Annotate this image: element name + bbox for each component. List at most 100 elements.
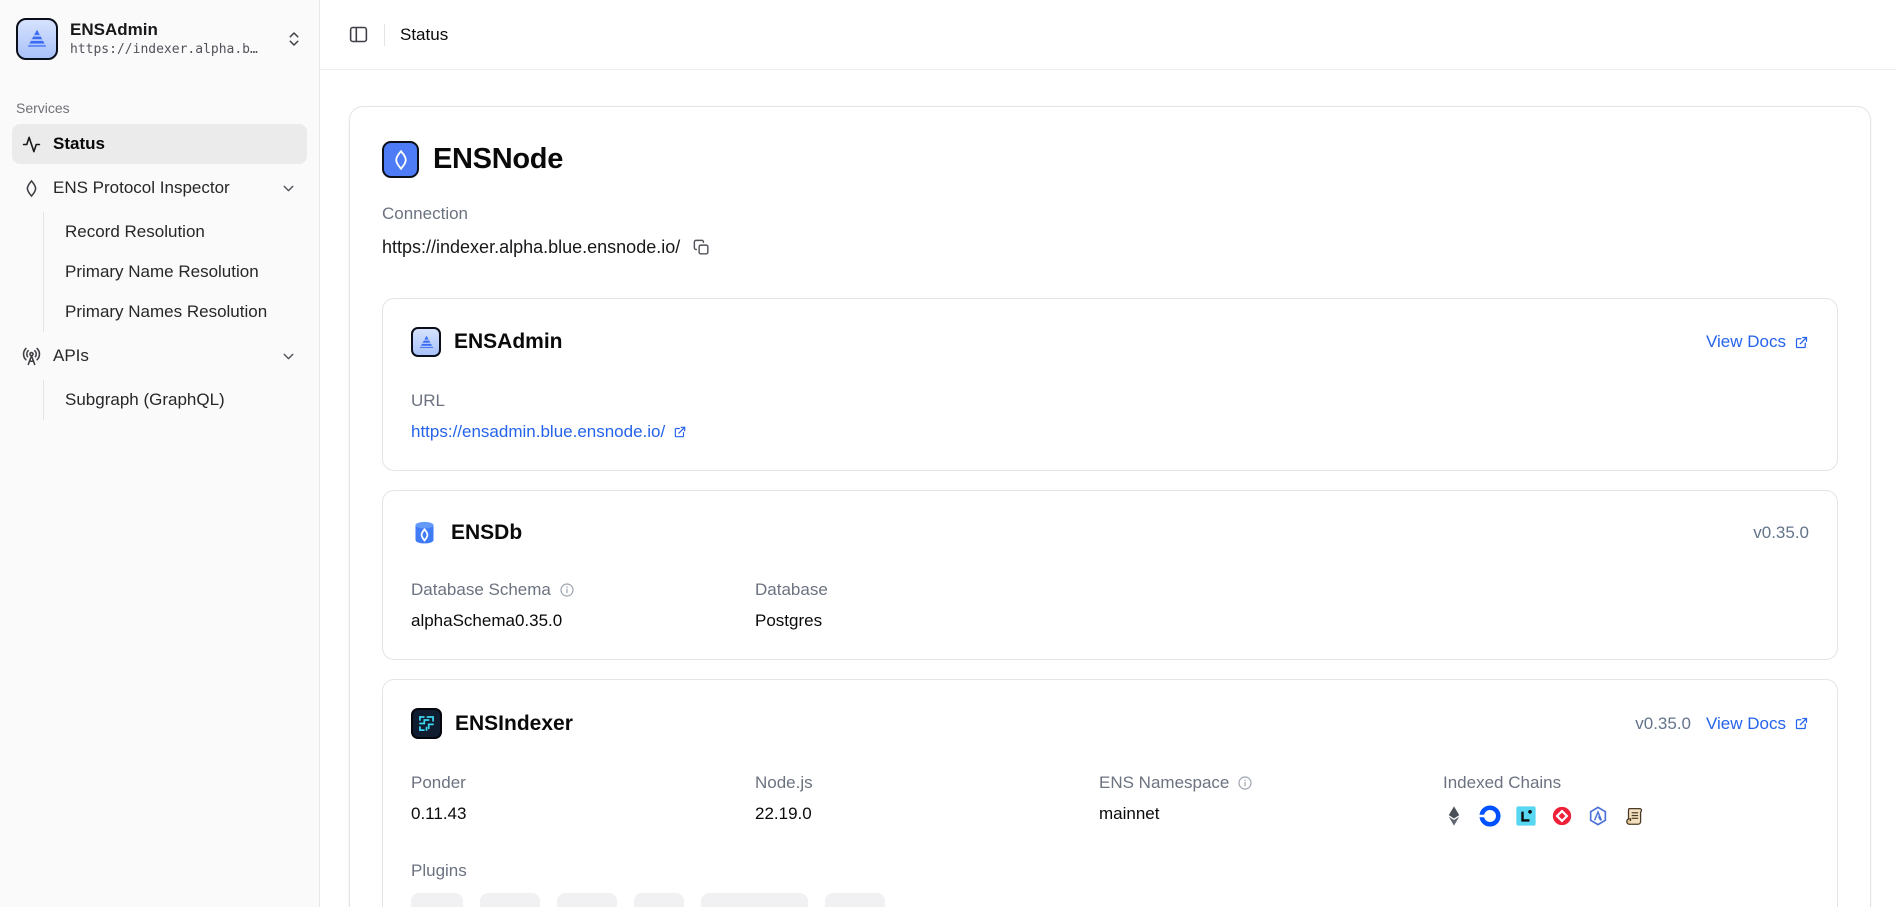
topbar: Status — [320, 0, 1896, 70]
chevrons-up-down-icon[interactable] — [285, 30, 303, 48]
arbitrum-chain-icon — [1587, 805, 1609, 827]
ensdb-card: ENSDb v0.35.0 Database Schema alphaSch — [382, 490, 1838, 660]
field-database: Database Postgres — [755, 580, 1099, 631]
view-docs-link[interactable]: View Docs — [1706, 332, 1809, 352]
field-label: ENS Namespace — [1099, 773, 1229, 793]
ensadmin-logo-icon — [16, 18, 58, 60]
field-ens-namespace: ENS Namespace mainnet — [1099, 773, 1443, 829]
field-url: URL https://ensadmin.blue.ensnode.io/ — [411, 391, 755, 442]
card-title: ENSDb — [451, 521, 522, 545]
plugin-badge — [825, 893, 885, 907]
radio-tower-icon — [22, 347, 41, 366]
chevron-down-icon[interactable] — [280, 180, 297, 197]
apis-submenu: Subgraph (GraphQL) — [43, 380, 307, 420]
sidebar-item-record-resolution[interactable]: Record Resolution — [44, 212, 307, 252]
ensadmin-url-link[interactable]: https://ensadmin.blue.ensnode.io/ — [411, 422, 687, 442]
chevron-down-icon[interactable] — [280, 348, 297, 365]
connection-url: https://indexer.alpha.blue.ensnode.io/ — [382, 237, 680, 258]
ensindexer-card: ENSIndexer v0.35.0 View Docs Ponder 0.11… — [382, 679, 1838, 907]
view-docs-label: View Docs — [1706, 332, 1786, 352]
plugin-badge — [557, 893, 617, 907]
field-label: Indexed Chains — [1443, 773, 1561, 793]
sidebar-section-label: Services — [0, 100, 319, 116]
plugin-badge — [411, 893, 463, 907]
sidebar-item-primary-name-resolution[interactable]: Primary Name Resolution — [44, 252, 307, 292]
sidebar-item-label: Primary Names Resolution — [65, 302, 267, 322]
field-value: 0.11.43 — [411, 804, 755, 824]
workspace-switcher[interactable]: ENSAdmin https://indexer.alpha.b… — [0, 0, 319, 76]
field-value: Postgres — [755, 611, 1099, 631]
sidebar-item-status[interactable]: Status — [12, 124, 307, 164]
content: ENSNode Connection https://indexer.alpha… — [320, 70, 1896, 907]
view-docs-label: View Docs — [1706, 714, 1786, 734]
connection-url-truncated: https://indexer.alpha.b… — [70, 43, 258, 58]
view-docs-link[interactable]: View Docs — [1706, 714, 1809, 734]
ensnode-logo-icon — [382, 141, 419, 178]
field-label: Ponder — [411, 773, 466, 793]
plugin-badge — [634, 893, 684, 907]
external-link-icon — [1794, 716, 1809, 731]
info-icon[interactable] — [1237, 775, 1253, 791]
ensdb-card-header: ENSDb v0.35.0 — [411, 519, 1809, 546]
field-label: Node.js — [755, 773, 813, 793]
scroll-chain-icon — [1623, 805, 1645, 827]
ensadmin-card-header: ENSAdmin View Docs — [411, 327, 1809, 357]
connection-row: https://indexer.alpha.blue.ensnode.io/ — [382, 237, 1838, 258]
topbar-divider — [384, 24, 385, 46]
field-label: URL — [411, 391, 445, 411]
inspector-submenu: Record Resolution Primary Name Resolutio… — [43, 212, 307, 332]
sidebar: ENSAdmin https://indexer.alpha.b… Servic… — [0, 0, 320, 907]
external-link-icon — [1794, 335, 1809, 350]
version-badge: v0.35.0 — [1753, 523, 1809, 543]
card-title: ENSIndexer — [455, 712, 573, 736]
sidebar-item-primary-names-resolution[interactable]: Primary Names Resolution — [44, 292, 307, 332]
sidebar-item-label: Subgraph (GraphQL) — [65, 390, 225, 410]
plugin-badge — [480, 893, 540, 907]
sidebar-item-label: ENS Protocol Inspector — [53, 178, 230, 198]
field-nodejs: Node.js 22.19.0 — [755, 773, 1099, 829]
ensnode-header: ENSNode — [382, 141, 1838, 178]
info-icon[interactable] — [559, 582, 575, 598]
field-value: alphaSchema0.35.0 — [411, 611, 755, 631]
sidebar-nav: Status ENS Protocol Inspector Record Res… — [0, 124, 319, 420]
sidebar-item-label: Primary Name Resolution — [65, 262, 259, 282]
ensadmin-logo-icon — [411, 327, 441, 357]
field-ponder: Ponder 0.11.43 — [411, 773, 755, 829]
optimism-chain-icon — [1551, 805, 1573, 827]
ensnode-status-card: ENSNode Connection https://indexer.alpha… — [349, 106, 1871, 907]
indexed-chains-row — [1443, 803, 1809, 829]
plugins-label: Plugins — [411, 861, 1809, 881]
ensindexer-logo-icon — [411, 708, 442, 739]
base-chain-icon — [1479, 805, 1501, 827]
plugin-badge — [701, 893, 808, 907]
ethereum-chain-icon — [1443, 805, 1465, 827]
card-title: ENSAdmin — [454, 330, 563, 354]
external-link-icon — [673, 425, 687, 439]
connection-label: Connection — [382, 204, 1838, 224]
copy-icon[interactable] — [692, 238, 711, 257]
linea-chain-icon — [1515, 805, 1537, 827]
sidebar-item-apis[interactable]: APIs — [12, 336, 307, 376]
breadcrumb: Status — [400, 25, 448, 45]
sidebar-item-subgraph-graphql[interactable]: Subgraph (GraphQL) — [44, 380, 307, 420]
sidebar-toggle-icon[interactable] — [348, 24, 369, 45]
app-name: ENSAdmin — [70, 20, 258, 40]
link-text: https://ensadmin.blue.ensnode.io/ — [411, 422, 665, 442]
field-label: Database — [755, 580, 828, 600]
ensindexer-card-header: ENSIndexer v0.35.0 View Docs — [411, 708, 1809, 739]
sidebar-item-ens-protocol-inspector[interactable]: ENS Protocol Inspector — [12, 168, 307, 208]
plugin-badges-row — [411, 893, 1809, 907]
field-label: Database Schema — [411, 580, 551, 600]
ensdb-database-icon — [411, 519, 438, 546]
version-badge: v0.35.0 — [1635, 714, 1691, 734]
ensadmin-card: ENSAdmin View Docs URL https://ensadmin.… — [382, 298, 1838, 471]
sidebar-item-label: Record Resolution — [65, 222, 205, 242]
field-database-schema: Database Schema alphaSchema0.35.0 — [411, 580, 755, 631]
field-value: mainnet — [1099, 804, 1443, 824]
field-value: 22.19.0 — [755, 804, 1099, 824]
main-area: Status ENSNode Connection https://indexe… — [320, 0, 1896, 907]
sidebar-item-label: APIs — [53, 346, 89, 366]
sidebar-item-label: Status — [53, 134, 105, 154]
field-indexed-chains: Indexed Chains — [1443, 773, 1809, 829]
activity-icon — [22, 135, 41, 154]
